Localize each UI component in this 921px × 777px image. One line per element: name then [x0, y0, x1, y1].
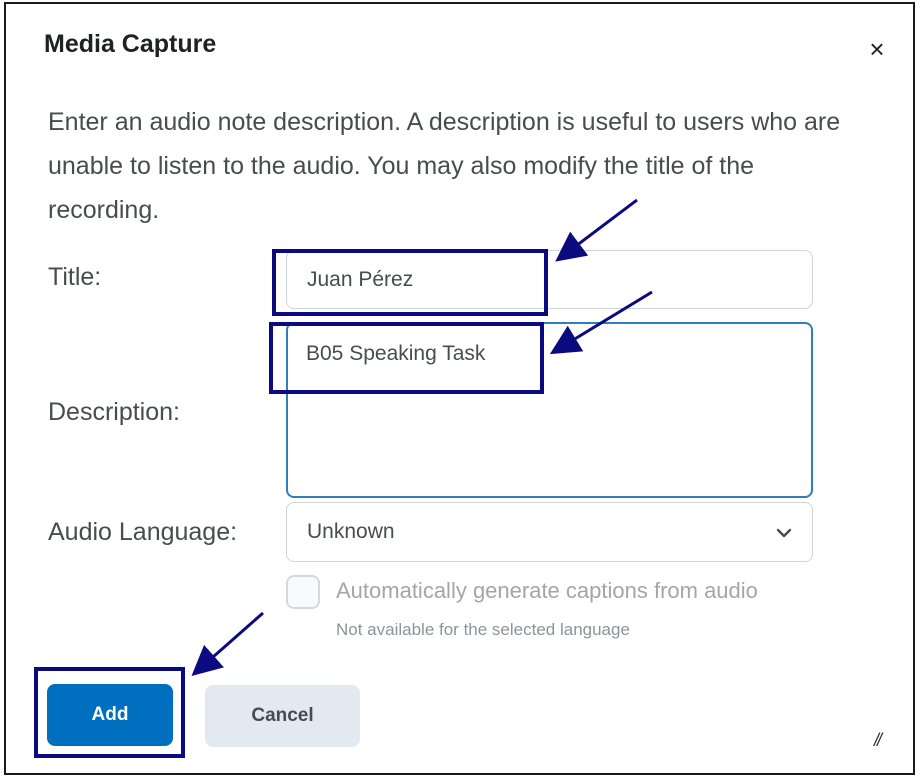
close-icon[interactable]: × [864, 36, 890, 62]
audio-language-label: Audio Language: [48, 518, 238, 546]
dialog-title: Media Capture [44, 30, 217, 58]
description-textarea[interactable]: B05 Speaking Task [286, 322, 813, 498]
resize-handle-icon[interactable]: // [874, 730, 882, 751]
captions-checkbox[interactable] [286, 575, 320, 609]
dialog-instructions: Enter an audio note description. A descr… [48, 108, 841, 224]
add-button[interactable]: Add [47, 684, 173, 746]
title-input[interactable] [286, 250, 813, 309]
captions-checkbox-label: Automatically generate captions from aud… [336, 578, 758, 603]
audio-language-value: Unknown [307, 520, 395, 543]
cancel-button[interactable]: Cancel [205, 685, 360, 747]
audio-language-select[interactable]: Unknown [286, 502, 813, 562]
title-label: Title: [48, 263, 102, 291]
chevron-down-icon [776, 522, 792, 543]
description-label: Description: [48, 398, 180, 426]
captions-availability-note: Not available for the selected language [336, 620, 630, 639]
